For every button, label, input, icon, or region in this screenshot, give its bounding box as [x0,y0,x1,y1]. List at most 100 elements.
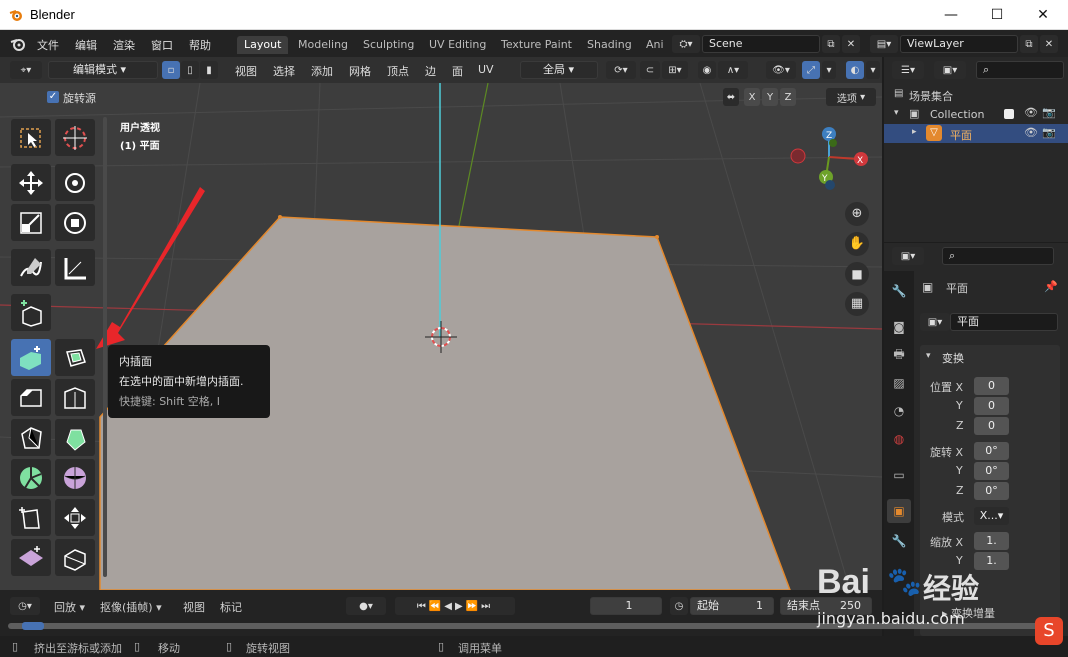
shrink-fatten-tool[interactable] [55,499,95,536]
viewlayer-browse-icon[interactable]: ▤▾ [870,35,898,53]
modifier-tab-icon[interactable]: 🔧 [887,529,911,553]
scene-copy-icon[interactable]: ⧉ [822,35,840,53]
menu-render[interactable]: 渲染 [113,37,135,53]
spin-tool[interactable] [11,459,51,496]
start-frame-field[interactable]: 起始 1 [690,597,774,615]
collection-camera-icon[interactable]: 📷 [1042,106,1056,119]
menu-view[interactable]: 视图 [235,63,257,79]
tab-layout[interactable]: Layout [237,36,289,54]
menu-add[interactable]: 添加 [311,63,333,79]
plane-camera-icon[interactable]: 📷 [1042,126,1056,139]
smooth-tool[interactable] [55,459,95,496]
object-name-field[interactable]: 平面 [950,313,1058,331]
blender-menu-icon[interactable] [10,36,26,52]
outliner-editor-type-icon[interactable]: ☰▾ [892,61,924,79]
gizmo-toggle-icon[interactable]: ⤢ [802,61,820,79]
playback-menu[interactable]: 回放 ▾ [54,599,85,615]
plane-eye-icon[interactable]: 👁 [1024,126,1038,139]
measure-tool[interactable] [55,249,95,286]
tab-animation[interactable]: Ani [639,36,671,54]
location-x-field[interactable]: 0 [974,377,1009,395]
rip-region-tool[interactable] [55,539,95,576]
pivot-point-icon[interactable]: ⟳▾ [606,61,636,79]
knife-tool[interactable] [11,419,51,456]
object-tab-icon[interactable]: ▣ [887,499,911,523]
world-tab-icon[interactable]: ◍ [887,427,911,451]
loop-cut-tool[interactable] [55,379,95,416]
annotate-tool[interactable] [11,249,51,286]
move-tool[interactable] [11,164,51,201]
close-button[interactable]: ✕ [1020,0,1066,30]
menu-mesh[interactable]: 网格 [349,63,371,79]
timeline-marker-menu[interactable]: 标记 [220,599,242,615]
snap-icon[interactable]: ⊂ [640,61,660,79]
maximize-button[interactable]: ☐ [974,0,1020,30]
location-y-field[interactable]: 0 [974,397,1009,415]
camera-icon[interactable]: ■ [845,262,869,286]
scene-browse-icon[interactable]: ⛭▾ [672,35,700,53]
mirror-y-toggle[interactable]: Y [762,88,778,106]
proportional-edit-icon[interactable]: ◉ [698,61,716,79]
properties-editor-type-icon[interactable]: ▣▾ [892,247,924,265]
viewlayer-close-icon[interactable]: ✕ [1040,35,1058,53]
menu-window[interactable]: 窗口 [151,37,173,53]
mirror-icon[interactable]: ⬌ [723,88,739,106]
viewlayer-copy-icon[interactable]: ⧉ [1020,35,1038,53]
transform-tool[interactable] [55,204,95,241]
pan-hand-icon[interactable]: ✋ [845,232,869,256]
bevel-tool[interactable] [11,379,51,416]
poly-build-tool[interactable] [55,419,95,456]
edge-slide-tool[interactable] [11,499,51,536]
vertex-select-icon[interactable]: ▫ [162,61,180,79]
snap-target-icon[interactable]: ⊞▾ [662,61,688,79]
object-data-browse-icon[interactable]: ▣▾ [920,313,950,331]
minimize-button[interactable]: — [928,0,974,30]
collection-eye-icon[interactable]: 👁 [1024,106,1038,119]
viewlayer-field[interactable]: ViewLayer [900,35,1018,53]
vertex[interactable] [655,235,659,239]
location-z-field[interactable]: 0 [974,417,1009,435]
pin-icon[interactable]: 📌 [1044,280,1058,293]
rotation-mode-select[interactable]: X...▾ [974,507,1009,525]
plane-expand-icon[interactable]: ▸ [912,127,917,137]
timeline-view-menu[interactable]: 视图 [183,599,205,615]
render-tab-icon[interactable]: ◙ [887,315,911,339]
rotation-z-field[interactable]: 0° [974,482,1009,500]
mode-select[interactable]: 编辑模式 ▾ [48,61,158,79]
menu-face[interactable]: 面 [452,63,463,79]
select-box-tool[interactable] [11,119,51,156]
transform-collapse-icon[interactable]: ▾ [926,351,931,361]
transform-header[interactable]: 变换 [942,350,964,366]
current-frame-field[interactable]: 1 [590,597,662,615]
properties-search-input[interactable]: ⌕ [942,247,1054,265]
keying-menu[interactable]: 抠像(插帧) ▾ [100,599,162,615]
falloff-icon[interactable]: ∧▾ [718,61,748,79]
scene-field[interactable]: Scene [702,35,820,53]
timeline-editor-type-icon[interactable]: ◷▾ [10,597,40,615]
scale-x-field[interactable]: 1. [974,532,1009,550]
menu-edge[interactable]: 边 [425,63,436,79]
mirror-x-toggle[interactable]: X [744,88,760,106]
shear-tool[interactable] [11,539,51,576]
zoom-icon[interactable]: ⊕ [845,202,869,226]
scale-tool[interactable] [11,204,51,241]
output-tab-icon[interactable]: 🖶 [887,343,911,367]
menu-vertex[interactable]: 顶点 [387,63,409,79]
face-select-icon[interactable]: ▮ [200,61,218,79]
edge-select-icon[interactable]: ▯ [181,61,199,79]
outliner-display-mode-icon[interactable]: ▣▾ [934,61,966,79]
tab-modeling[interactable]: Modeling [291,36,355,54]
transform-orientation-select[interactable]: 全局 ▾ [520,61,598,79]
overlay-dropdown-icon[interactable]: ▾ [866,61,880,79]
tab-uv-editing[interactable]: UV Editing [422,36,493,54]
cursor-tool[interactable] [55,119,95,156]
grid-view-icon[interactable]: ▦ [845,292,869,316]
preview-range-icon[interactable]: ◷ [670,597,688,615]
outliner-search-input[interactable]: ⌕ [976,61,1064,79]
record-icon[interactable]: ●▾ [346,597,386,615]
playback-controls[interactable]: ⏮⏪◀▶⏩⏭ [395,597,515,615]
visibility-icon[interactable]: 👁▾ [766,61,796,79]
playhead[interactable] [22,622,44,630]
rotation-x-field[interactable]: 0° [974,442,1009,460]
collection-label[interactable]: Collection [930,108,984,121]
